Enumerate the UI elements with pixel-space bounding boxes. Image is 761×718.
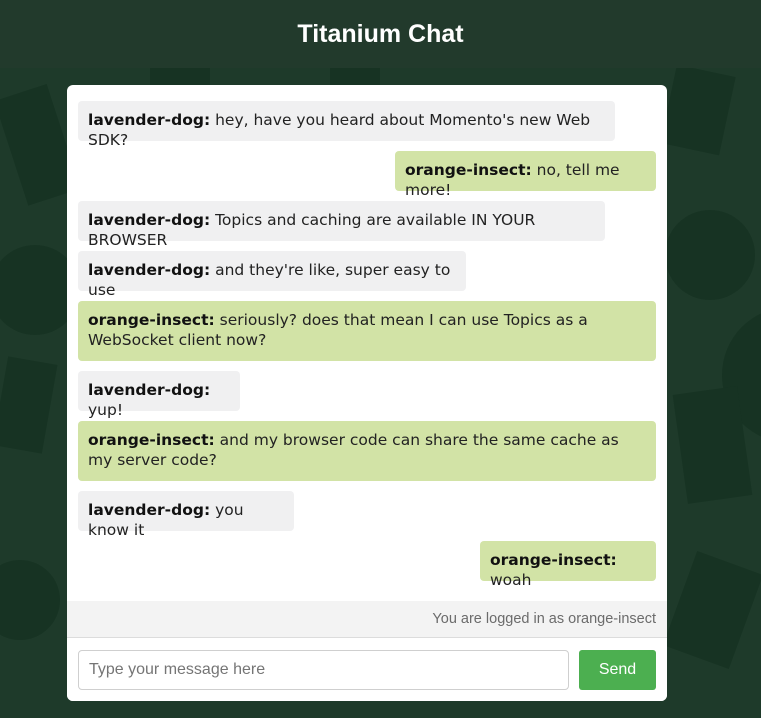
- message-author: orange-insect:: [88, 431, 215, 449]
- message-composer: Send: [67, 638, 667, 701]
- message-author: lavender-dog:: [88, 261, 211, 279]
- message-author: orange-insect:: [490, 551, 617, 569]
- message-item: lavender-dog: yup!: [78, 371, 240, 419]
- app-header: Titanium Chat: [0, 0, 761, 68]
- message-author: lavender-dog:: [88, 501, 211, 519]
- message-text: woah: [490, 571, 532, 589]
- message-list: lavender-dog: hey, have you heard about …: [67, 85, 667, 601]
- message-author: lavender-dog:: [88, 381, 211, 399]
- message-item: orange-insect: woah: [480, 541, 656, 589]
- message-author: lavender-dog:: [88, 111, 211, 129]
- send-button[interactable]: Send: [579, 650, 656, 690]
- message-item: lavender-dog: and they're like, super ea…: [78, 251, 466, 299]
- message-author: orange-insect:: [88, 311, 215, 329]
- message-author: orange-insect:: [405, 161, 532, 179]
- login-status: You are logged in as orange-insect: [67, 601, 667, 638]
- message-item: orange-insect: no, tell me more!: [395, 151, 656, 199]
- chat-panel: lavender-dog: hey, have you heard about …: [67, 85, 667, 701]
- message-item: orange-insect: and my browser code can s…: [78, 421, 656, 481]
- message-text: yup!: [88, 401, 124, 419]
- message-item: orange-insect: seriously? does that mean…: [78, 301, 656, 361]
- message-input[interactable]: [78, 650, 569, 690]
- message-item: lavender-dog: hey, have you heard about …: [78, 101, 615, 149]
- message-author: lavender-dog:: [88, 211, 211, 229]
- message-item: lavender-dog: Topics and caching are ava…: [78, 201, 605, 249]
- app-title: Titanium Chat: [297, 19, 464, 48]
- message-item: lavender-dog: you know it: [78, 491, 294, 539]
